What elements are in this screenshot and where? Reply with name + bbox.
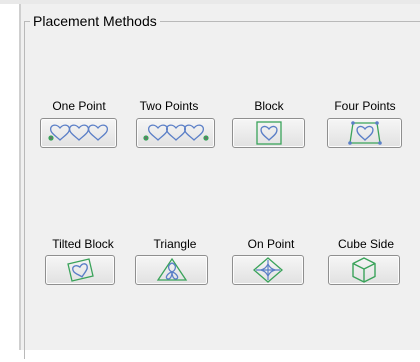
cube-side-button[interactable] bbox=[328, 255, 400, 285]
triangle-icon bbox=[156, 257, 187, 281]
cube-side-icon bbox=[352, 257, 376, 283]
method-label-cube-side: Cube Side bbox=[337, 237, 395, 251]
two-points-button[interactable] bbox=[136, 118, 215, 148]
block-button[interactable] bbox=[232, 118, 305, 148]
tilted-block-button[interactable] bbox=[45, 255, 115, 285]
group-title: Placement Methods bbox=[30, 13, 160, 29]
method-label-two-points: Two Points bbox=[139, 99, 199, 113]
four-points-heart-icon bbox=[347, 121, 382, 145]
placement-methods-group bbox=[24, 21, 420, 359]
triangle-button[interactable] bbox=[135, 255, 208, 285]
method-label-triangle: Triangle bbox=[153, 237, 197, 251]
on-point-icon bbox=[253, 257, 283, 283]
panel-left-border bbox=[19, 4, 21, 350]
one-point-hearts-icon bbox=[47, 124, 108, 141]
method-label-block: Block bbox=[254, 99, 284, 113]
method-label-one-point: One Point bbox=[52, 99, 106, 113]
on-point-button[interactable] bbox=[232, 255, 304, 285]
method-label-tilted-block: Tilted Block bbox=[52, 237, 114, 251]
method-label-four-points: Four Points bbox=[334, 99, 396, 113]
tilted-block-heart-icon bbox=[67, 258, 94, 282]
four-points-button[interactable] bbox=[327, 118, 402, 148]
method-label-on-point: On Point bbox=[247, 237, 295, 251]
block-heart-icon bbox=[255, 121, 282, 145]
two-points-hearts-icon bbox=[142, 124, 209, 141]
one-point-button[interactable] bbox=[40, 118, 117, 148]
